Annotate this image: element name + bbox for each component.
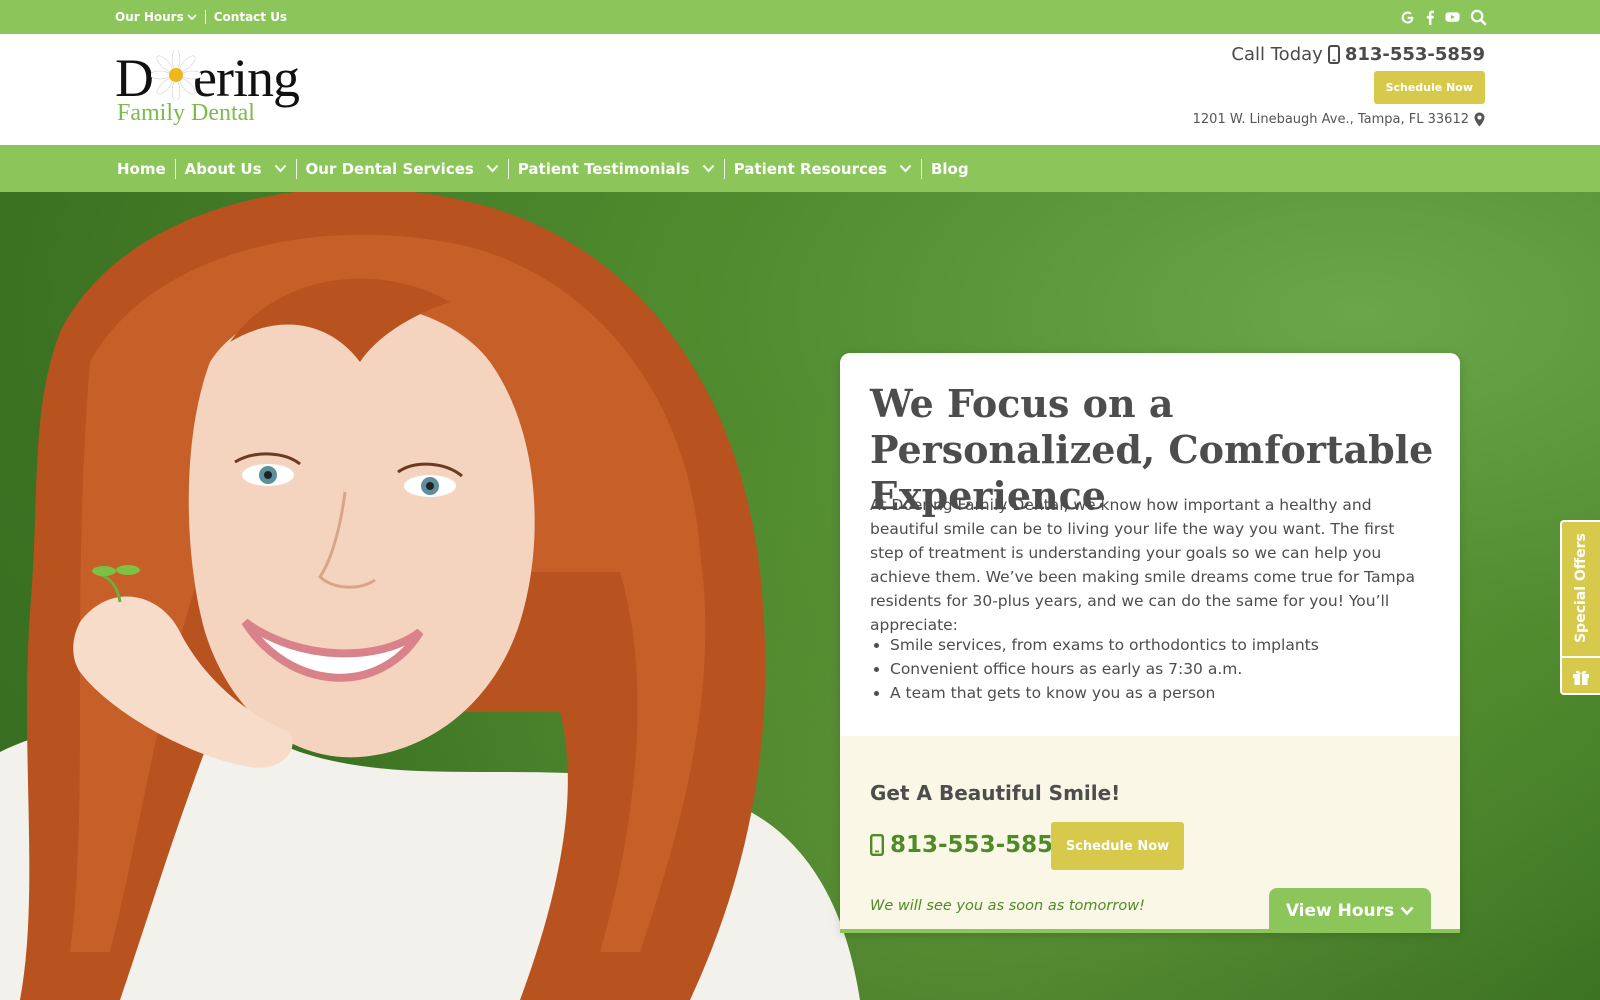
nav-item-label: Patient Resources	[733, 159, 887, 178]
map-marker-icon	[1474, 112, 1485, 127]
cta-phone-link[interactable]: 813-553-5859	[870, 832, 1069, 858]
chevron-down-icon	[486, 164, 499, 173]
search-icon[interactable]	[1470, 9, 1487, 26]
special-offers-label: Special Offers	[1573, 533, 1590, 643]
nav-item-patient-resources[interactable]: Patient Resources	[723, 158, 921, 179]
benefits-list: Smile services, from exams to orthodonti…	[890, 633, 1430, 705]
gift-icon	[1562, 656, 1600, 695]
nav-item-label: Our Dental Services	[305, 159, 474, 178]
address-text: 1201 W. Linebaugh Ave., Tampa, FL 33612	[1192, 112, 1469, 127]
site-logo[interactable]: Dering Family Dental	[115, 48, 325, 130]
list-item: Smile services, from exams to orthodonti…	[890, 633, 1430, 657]
nav-item-about-us[interactable]: About Us	[174, 158, 296, 179]
nav-item-label: About Us	[184, 159, 262, 178]
mobile-phone-icon	[870, 834, 884, 856]
chevron-down-icon	[187, 14, 197, 21]
nav-item-label: Home	[117, 159, 166, 178]
address[interactable]: 1201 W. Linebaugh Ave., Tampa, FL 33612	[1193, 112, 1485, 127]
google-icon[interactable]	[1400, 10, 1415, 25]
chevron-down-icon	[274, 164, 286, 173]
main-navigation: Home About Us Our Dental Services Patien…	[0, 145, 1600, 192]
header-schedule-button[interactable]: Schedule Now	[1373, 71, 1485, 104]
chevron-down-icon	[899, 164, 912, 173]
contact-us-link[interactable]: Contact Us	[214, 10, 287, 24]
nav-item-label: Blog	[930, 159, 969, 178]
nav-item-our-dental-services[interactable]: Our Dental Services	[295, 158, 508, 179]
nav-item-patient-testimonials[interactable]: Patient Testimonials	[507, 158, 724, 179]
list-item: Convenient office hours as early as 7:30…	[890, 657, 1430, 681]
header-contact: Call Today 813-553-5859 Schedule Now 120…	[1193, 44, 1485, 127]
nav-item-blog[interactable]: Blog	[920, 158, 978, 179]
view-hours-label: View Hours	[1285, 900, 1395, 921]
call-today-label: Call Today	[1231, 44, 1323, 65]
logo-wordmark: Dering	[115, 48, 300, 108]
nav-item-label: Patient Testimonials	[517, 159, 690, 178]
cta-bottom-border	[840, 929, 1460, 933]
hero-photo-smiling-woman	[0, 192, 860, 1000]
cta-schedule-button[interactable]: Schedule Now	[1051, 822, 1184, 870]
special-offers-tab[interactable]: Special Offers	[1560, 520, 1600, 695]
cta-note: We will see you as soon as tomorrow!	[870, 898, 1145, 914]
list-item: A team that gets to know you as a person	[890, 681, 1430, 705]
daisy-icon	[151, 50, 201, 100]
divider	[204, 10, 206, 24]
cta-heading: Get A Beautiful Smile!	[870, 781, 1121, 805]
intro-card: We Focus on a Personalized, Comfortable …	[840, 353, 1460, 933]
header-phone-number[interactable]: 813-553-5859	[1345, 44, 1485, 65]
nav-item-home[interactable]: Home	[108, 159, 175, 179]
intro-paragraph: At Doering Family Dental, we know how im…	[870, 496, 1415, 634]
view-hours-button[interactable]: View Hours	[1269, 888, 1431, 933]
chevron-down-icon	[702, 164, 714, 173]
our-hours-label: Our Hours	[115, 10, 184, 24]
top-utility-bar: Our Hours Contact Us	[0, 0, 1600, 34]
facebook-icon[interactable]	[1425, 10, 1435, 25]
our-hours-link[interactable]: Our Hours	[115, 10, 197, 24]
cta-phone-number: 813-553-5859	[890, 832, 1070, 858]
call-today: Call Today 813-553-5859	[1193, 44, 1485, 65]
mobile-phone-icon	[1327, 45, 1340, 64]
cta-panel: Get A Beautiful Smile! 813-553-5859 Sche…	[840, 736, 1460, 933]
site-header: Dering Family Dental Call Today 813-553-…	[0, 34, 1600, 145]
logo-subtitle: Family Dental	[117, 100, 255, 126]
special-offers-label-wrap: Special Offers	[1562, 522, 1600, 654]
chevron-down-icon	[1400, 906, 1414, 915]
youtube-icon[interactable]	[1445, 11, 1460, 23]
